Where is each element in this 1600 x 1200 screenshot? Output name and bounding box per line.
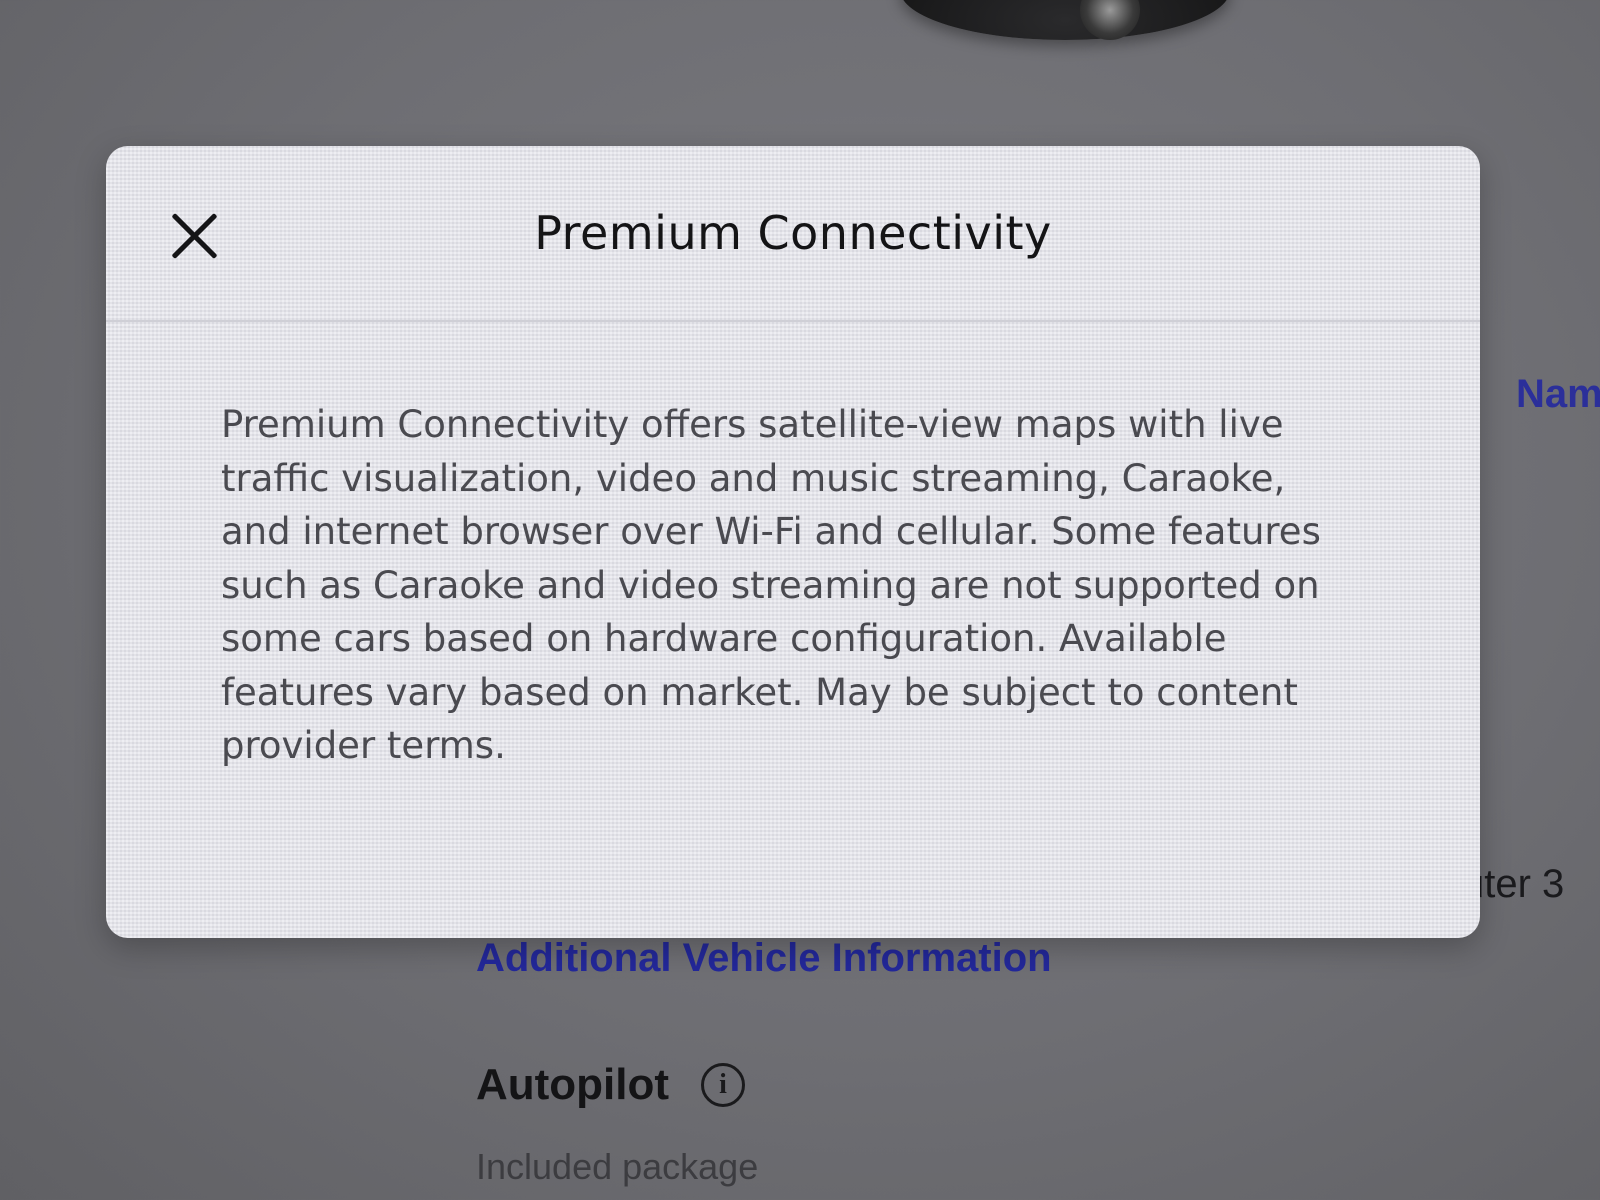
- vehicle-name-link[interactable]: Nam: [1516, 372, 1600, 417]
- autopilot-title: Autopilot: [476, 1060, 670, 1109]
- autopilot-subtitle: Included package: [476, 1146, 759, 1187]
- vehicle-image: [900, 0, 1230, 40]
- modal-body-text: Premium Connectivity offers satellite-vi…: [221, 403, 1321, 767]
- modal-title: Premium Connectivity: [534, 206, 1052, 260]
- modal-divider: [106, 320, 1480, 322]
- premium-connectivity-modal: Premium Connectivity Premium Connectivit…: [106, 146, 1480, 938]
- autopilot-row: Autopilot i: [476, 1060, 746, 1110]
- additional-vehicle-info-link[interactable]: Additional Vehicle Information: [476, 936, 1052, 981]
- info-icon[interactable]: i: [701, 1063, 746, 1107]
